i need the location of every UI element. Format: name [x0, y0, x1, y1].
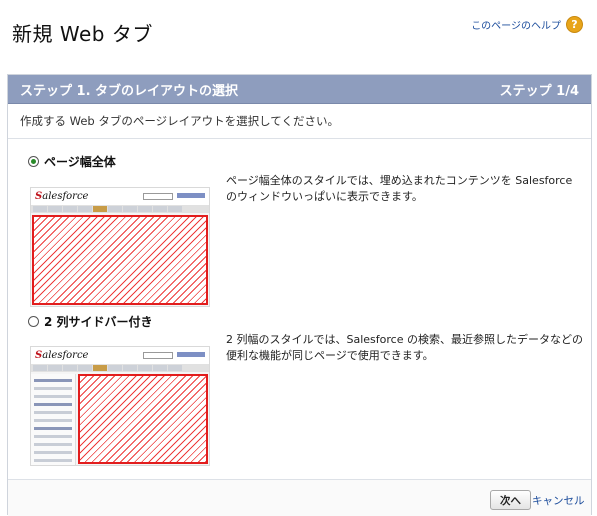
preview-tab-active — [93, 206, 107, 212]
preview-tab — [108, 365, 122, 371]
help-link[interactable]: このページのヘルプ ? — [471, 16, 583, 33]
sidebar-description: 2 列幅のスタイルでは、Salesforce の検索、最近参照したデータなどの便… — [226, 333, 583, 362]
preview-search-box — [143, 193, 173, 200]
radio-full-width[interactable] — [28, 156, 39, 167]
salesforce-logo: Salesforce — [35, 191, 89, 202]
embedded-content-area — [78, 374, 208, 464]
option-sidebar[interactable]: 2 列サイドバー付き — [28, 313, 153, 330]
preview-tab — [138, 206, 152, 212]
preview-tab — [168, 365, 182, 371]
preview-tab — [33, 365, 47, 371]
embedded-content-area — [32, 215, 208, 305]
cancel-link[interactable]: キャンセル — [532, 493, 585, 508]
preview-header: Salesforce — [31, 347, 209, 364]
preview-tab — [153, 206, 167, 212]
preview-tab — [48, 365, 62, 371]
step-header: ステップ 1. タブのレイアウトの選択 ステップ 1/4 — [8, 75, 591, 104]
preview-tab — [123, 206, 137, 212]
preview-links — [177, 193, 205, 198]
preview-tab — [123, 365, 137, 371]
option-full-width-label[interactable]: ページ幅全体 — [44, 153, 116, 170]
preview-tab-bar — [31, 364, 209, 372]
preview-tab-bar — [31, 205, 209, 213]
preview-search-box — [143, 352, 173, 359]
preview-tab — [63, 206, 77, 212]
preview-tab — [33, 206, 47, 212]
preview-tab-active — [93, 365, 107, 371]
preview-tab — [78, 206, 92, 212]
full-width-description: ページ幅全体のスタイルでは、埋め込まれたコンテンツを Salesforce のウ… — [226, 174, 573, 203]
next-button[interactable]: 次へ — [490, 490, 531, 510]
preview-tab — [138, 365, 152, 371]
preview-header: Salesforce — [31, 188, 209, 205]
step-count: ステップ 1/4 — [499, 83, 579, 99]
preview-tab — [63, 365, 77, 371]
preview-sidebar — [31, 374, 76, 465]
preview-tab — [153, 365, 167, 371]
preview-tab — [78, 365, 92, 371]
option-full-width[interactable]: ページ幅全体 — [28, 153, 116, 170]
wizard-footer: 次へ キャンセル — [8, 479, 591, 516]
full-width-preview: Salesforce — [30, 187, 210, 307]
wizard-panel: ステップ 1. タブのレイアウトの選択 ステップ 1/4 作成する Web タブ… — [7, 74, 592, 516]
preview-links — [177, 352, 205, 357]
option-sidebar-label[interactable]: 2 列サイドバー付き — [44, 313, 153, 330]
sidebar-preview: Salesforce — [30, 346, 210, 466]
preview-tab — [168, 206, 182, 212]
instruction-text: 作成する Web タブのページレイアウトを選択してください。 — [8, 104, 591, 139]
salesforce-logo: Salesforce — [35, 350, 89, 361]
radio-sidebar[interactable] — [28, 316, 39, 327]
help-link-label[interactable]: このページのヘルプ — [471, 17, 561, 32]
preview-tab — [48, 206, 62, 212]
preview-tab — [108, 206, 122, 212]
page-title: 新規 Web タブ — [12, 22, 153, 46]
step-title: ステップ 1. タブのレイアウトの選択 — [20, 83, 239, 99]
help-icon[interactable]: ? — [566, 16, 583, 33]
